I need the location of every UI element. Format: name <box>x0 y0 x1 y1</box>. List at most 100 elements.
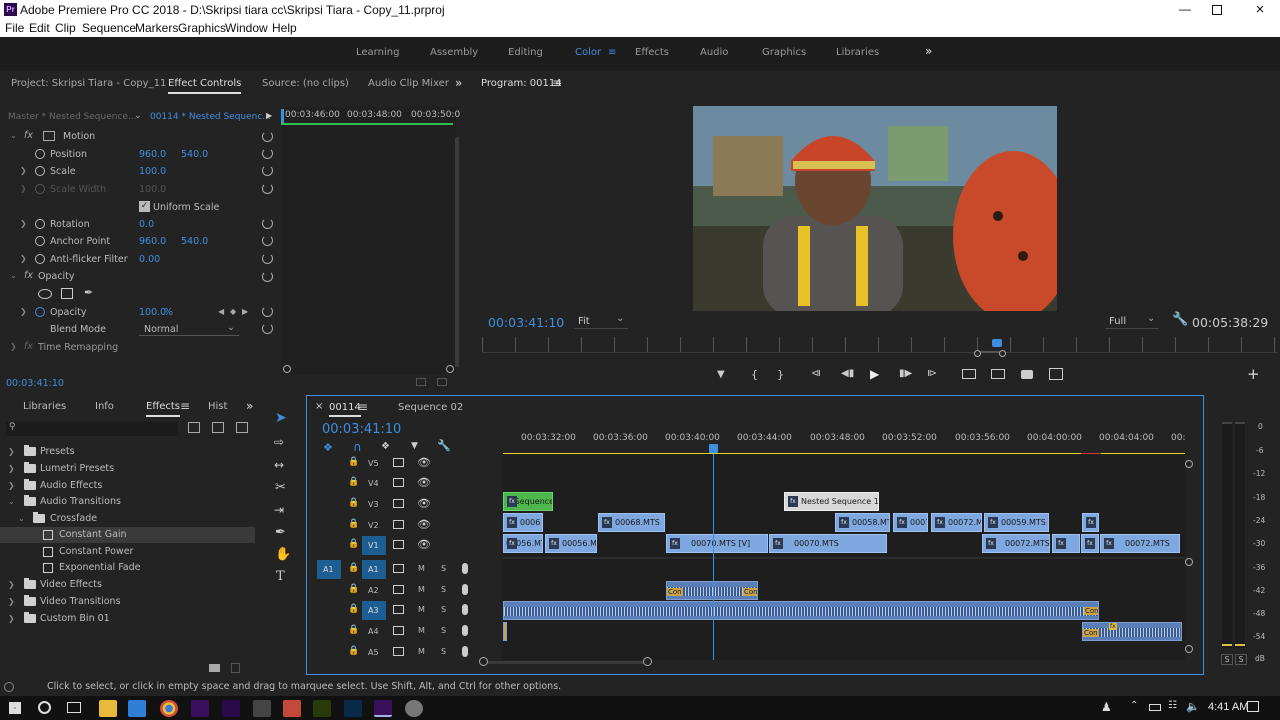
timeline-track-area[interactable]: d Sequence 09 Nested Sequence 10 0006 00… <box>503 454 1185 660</box>
audio-clip[interactable] <box>503 622 507 641</box>
track-select-tool-icon[interactable]: ⇨ <box>274 435 284 449</box>
tree-item-video-effects[interactable]: ❯ Video Effects <box>0 577 255 593</box>
expand-triangle-icon[interactable]: ❯ <box>8 611 15 627</box>
32bit-effects-icon[interactable] <box>212 422 224 433</box>
battery-icon[interactable] <box>1149 704 1161 711</box>
workspace-effects[interactable]: Effects <box>635 47 669 58</box>
tab-audio-clip-mixer[interactable]: Audio Clip Mixer <box>368 78 449 89</box>
lock-icon[interactable]: 🔒 <box>348 625 359 635</box>
lock-icon[interactable]: 🔒 <box>348 539 359 549</box>
stopwatch-icon[interactable] <box>35 307 45 317</box>
horizontal-scroll-handle[interactable] <box>479 657 488 666</box>
network-icon[interactable]: ☷ <box>1168 700 1177 711</box>
sync-lock-icon[interactable] <box>393 647 404 656</box>
export-frame-icon[interactable] <box>416 378 426 386</box>
step-back-icon[interactable]: ◀▮ <box>841 368 854 379</box>
sync-lock-icon[interactable] <box>393 458 404 467</box>
transform-icon[interactable] <box>43 131 55 141</box>
eye-icon[interactable]: 👁 <box>417 518 431 531</box>
volume-icon[interactable]: 🔈 <box>1186 700 1200 713</box>
audio-clip[interactable]: Con Con <box>666 581 758 600</box>
nest-icon[interactable]: ❖ <box>323 441 333 454</box>
timeline-clip[interactable]: 00072.MTS <box>1100 534 1180 553</box>
timeline-clip[interactable]: 00056.M <box>545 534 597 553</box>
program-video-frame[interactable] <box>693 106 1057 311</box>
reset-icon[interactable] <box>262 183 273 194</box>
program-zoom-handle[interactable] <box>999 350 1006 357</box>
expand-triangle-icon[interactable]: ❯ <box>8 461 15 477</box>
mic-icon[interactable] <box>462 646 468 657</box>
ec-zoom-handle[interactable] <box>283 365 291 373</box>
timeline-clip[interactable]: Nested Sequence 10 <box>784 492 879 511</box>
panel-menu-icon[interactable]: ≡ <box>358 400 368 414</box>
collapse-triangle-icon[interactable]: ⌄ <box>18 511 25 527</box>
tree-item-video-transitions[interactable]: ❯ Video Transitions <box>0 594 255 610</box>
file-explorer-icon[interactable] <box>99 700 117 717</box>
premiere-active-icon[interactable] <box>374 700 392 717</box>
ripple-edit-tool-icon[interactable]: ↔ <box>274 458 284 472</box>
opacity-value[interactable]: 100.0 <box>139 307 166 318</box>
eye-icon[interactable]: 👁 <box>417 476 431 489</box>
antiflicker-value[interactable]: 0.00 <box>139 254 160 265</box>
chrome-icon[interactable] <box>160 700 178 717</box>
workspace-libraries[interactable]: Libraries <box>836 47 879 58</box>
mic-icon[interactable] <box>462 625 468 636</box>
fx-icon[interactable]: fx <box>24 130 33 141</box>
reset-icon[interactable] <box>262 235 273 246</box>
timeline-clip[interactable] <box>1082 513 1099 532</box>
menu-sequence[interactable]: Sequence <box>82 21 136 35</box>
tab-sequence-02[interactable]: Sequence 02 <box>398 402 463 413</box>
track-name[interactable]: A1 <box>368 565 379 574</box>
track-name[interactable]: A5 <box>368 648 379 657</box>
fx-icon[interactable]: fx <box>24 270 33 281</box>
track-name[interactable]: A3 <box>368 606 379 615</box>
program-title[interactable]: Program: 00114 <box>481 78 562 89</box>
audio-clip[interactable]: Con <box>503 601 1099 620</box>
lock-icon[interactable]: 🔒 <box>348 604 359 614</box>
menu-clip[interactable]: Clip <box>55 21 76 35</box>
workspace-audio[interactable]: Audio <box>700 47 728 58</box>
timeline-playhead-handle[interactable] <box>709 444 718 453</box>
time-remapping-row[interactable]: ❯ fx Time Remapping <box>0 339 280 356</box>
tree-item-constant-gain[interactable]: Constant Gain <box>0 527 255 543</box>
tree-item-audio-transitions[interactable]: ⌄ Audio Transitions <box>0 494 255 510</box>
position-y-value[interactable]: 540.0 <box>181 149 208 160</box>
sync-lock-icon[interactable] <box>393 478 404 487</box>
app-icon[interactable] <box>405 700 423 717</box>
lock-icon[interactable]: 🔒 <box>348 477 359 487</box>
meter-solo-right[interactable]: S <box>1235 654 1247 665</box>
workspace-more-icon[interactable]: » <box>925 44 932 58</box>
mic-icon[interactable] <box>462 584 468 595</box>
scale-value[interactable]: 100.0 <box>139 166 166 177</box>
vertical-scroll-handle[interactable] <box>1185 645 1193 653</box>
reset-icon[interactable] <box>262 131 273 142</box>
timeline-clip[interactable]: 00072.MTS <box>982 534 1050 553</box>
timeline-clip[interactable]: 00070.MTS [V] <box>666 534 768 553</box>
menu-help[interactable]: Help <box>272 21 297 35</box>
solo-button[interactable]: S <box>441 605 446 614</box>
mute-button[interactable]: M <box>418 647 425 656</box>
app-icon[interactable] <box>283 700 301 717</box>
expand-triangle-icon[interactable]: ❯ <box>20 254 27 263</box>
menu-markers[interactable]: Markers <box>135 21 178 35</box>
tree-item-exponential-fade[interactable]: Exponential Fade <box>0 560 255 576</box>
expand-triangle-icon[interactable]: ❯ <box>8 594 15 610</box>
new-bin-icon[interactable] <box>209 664 220 672</box>
wrench-icon[interactable]: 🔧 <box>1172 312 1188 327</box>
maximize-button[interactable] <box>1212 5 1222 15</box>
timeline-clip[interactable] <box>1052 534 1080 553</box>
sync-lock-icon[interactable] <box>393 626 404 635</box>
play-triangle-icon[interactable]: ▶ <box>266 111 272 120</box>
lock-icon[interactable]: 🔒 <box>348 563 359 573</box>
pen-tool-icon[interactable]: ✒ <box>275 525 286 540</box>
mark-out-icon[interactable]: } <box>777 368 784 381</box>
reset-icon[interactable] <box>262 253 273 264</box>
selection-tool-icon[interactable]: ➤ <box>275 410 287 426</box>
app-icon[interactable] <box>253 700 271 717</box>
prev-keyframe-icon[interactable]: ◀ <box>218 307 224 316</box>
anchor-y-value[interactable]: 540.0 <box>181 236 208 247</box>
fx-icon[interactable]: fx <box>24 341 33 352</box>
tab-history[interactable]: Hist <box>208 401 227 412</box>
solo-button[interactable]: S <box>441 647 446 656</box>
pen-mask-icon[interactable]: ✒ <box>84 286 93 299</box>
